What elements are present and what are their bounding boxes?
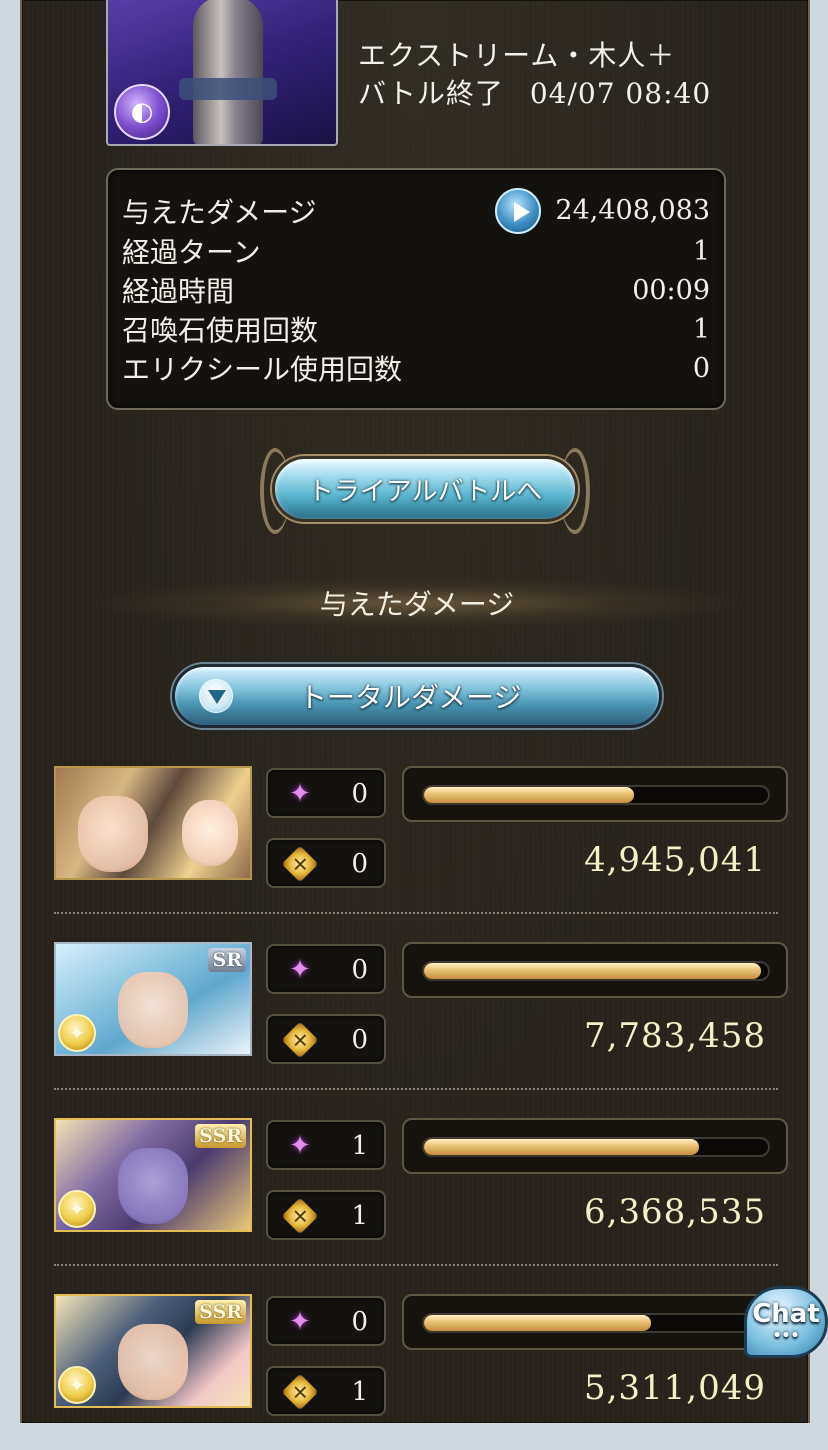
ability-count: 0 <box>351 955 368 985</box>
chat-button[interactable]: Chat ••• <box>744 1286 828 1358</box>
character-row: SSR ✦ ✦ 1 ✕ 1 6,368,535 <box>22 1118 812 1274</box>
stat-value: 24,408,083 <box>555 195 710 226</box>
character-row: SSR ✦ ✦ 0 ✕ 1 5,311,049 <box>22 1294 812 1450</box>
chat-dots-icon: ••• <box>772 1328 800 1344</box>
chain-count-box: ✕ 1 <box>266 1190 386 1240</box>
stat-row-summons: 召喚石使用回数 1 <box>122 310 710 348</box>
character-portrait[interactable]: SSR ✦ <box>54 1118 252 1232</box>
ability-count-box: ✦ 1 <box>266 1120 386 1170</box>
damage-bar-fill <box>424 1139 700 1155</box>
ability-count-box: ✦ 0 <box>266 1296 386 1346</box>
ability-count-box: ✦ 0 <box>266 944 386 994</box>
stat-label: 経過時間 <box>122 275 235 308</box>
light-element-icon: ✦ <box>58 1014 96 1052</box>
battle-stats-box: 与えたダメージ 24,408,083 経過ターン 1 経過時間 00:09 召喚… <box>106 168 726 410</box>
stat-label: 与えたダメージ <box>122 196 317 229</box>
light-element-icon: ✦ <box>58 1366 96 1404</box>
damage-value: 4,945,041 <box>583 840 766 880</box>
rarity-badge: SR <box>208 948 246 972</box>
damage-value: 5,311,049 <box>583 1368 766 1408</box>
damage-bar-fill <box>424 787 634 803</box>
total-damage-dropdown[interactable]: トータルダメージ <box>172 664 662 728</box>
battle-result-panel: ◐ エクストリーム・木人＋ バトル終了 04/07 08:40 与えたダメージ 2… <box>20 0 810 1423</box>
ability-count-box: ✦ 0 <box>266 768 386 818</box>
dark-element-icon: ◐ <box>114 84 170 140</box>
ability-count: 1 <box>351 1131 368 1161</box>
chain-count: 1 <box>351 1201 368 1231</box>
dropdown-label: トータルダメージ <box>299 681 522 714</box>
damage-bar <box>402 1118 788 1174</box>
character-face <box>78 796 148 872</box>
row-divider <box>54 912 778 914</box>
chain-burst-icon: ✕ <box>281 1197 319 1235</box>
stat-value: 1 <box>692 235 710 267</box>
chat-label: Chat <box>752 1299 820 1329</box>
row-divider <box>54 1088 778 1090</box>
ability-star-icon: ✦ <box>289 779 311 809</box>
stat-row-time: 経過時間 00:09 <box>122 271 710 309</box>
chain-count: 1 <box>351 1377 368 1407</box>
chain-count: 0 <box>351 1025 368 1055</box>
battle-status-text: バトル終了 <box>358 77 504 110</box>
stat-value: 0 <box>692 352 710 384</box>
character-face <box>182 800 238 866</box>
light-element-icon: ✦ <box>58 1190 96 1228</box>
character-face <box>118 1324 188 1400</box>
quest-status: バトル終了 04/07 08:40 <box>358 72 711 112</box>
character-portrait[interactable]: SSR ✦ <box>54 1294 252 1408</box>
ability-star-icon: ✦ <box>289 1131 311 1161</box>
ability-count: 0 <box>351 779 368 809</box>
damage-bar <box>402 942 788 998</box>
stat-label: エリクシール使用回数 <box>122 353 403 386</box>
ability-star-icon: ✦ <box>289 955 311 985</box>
chain-burst-icon: ✕ <box>281 845 319 883</box>
damage-bar <box>402 766 788 822</box>
stat-label: 召喚石使用回数 <box>122 314 319 347</box>
stat-value: 1 <box>692 313 710 345</box>
damage-bar-fill <box>424 963 762 979</box>
character-face <box>118 972 188 1048</box>
stat-row-elixirs: エリクシール使用回数 0 <box>122 349 710 387</box>
battle-datetime: 04/07 08:40 <box>529 77 712 110</box>
row-divider <box>54 1264 778 1266</box>
damage-bar-fill <box>424 1315 652 1331</box>
stat-value: 00:09 <box>632 274 710 306</box>
ability-star-icon: ✦ <box>289 1307 311 1337</box>
damage-value: 7,783,458 <box>583 1016 766 1056</box>
stat-row-turns: 経過ターン 1 <box>122 232 710 270</box>
dropdown-triangle-icon <box>199 679 233 713</box>
stat-row-damage: 与えたダメージ 24,408,083 <box>122 188 710 234</box>
chain-burst-icon: ✕ <box>281 1373 319 1411</box>
damage-value: 6,368,535 <box>583 1192 766 1232</box>
character-row: SR ✦ ✦ 0 ✕ 0 7,783,458 <box>22 942 812 1098</box>
chain-count-box: ✕ 0 <box>266 838 386 888</box>
character-row: ✦ 0 ✕ 0 4,945,041 <box>22 766 812 922</box>
damage-section-header: 与えたダメージ <box>92 578 742 628</box>
chain-burst-icon: ✕ <box>281 1021 319 1059</box>
training-dummy-image <box>179 0 277 144</box>
damage-bar <box>402 1294 788 1350</box>
character-portrait[interactable]: SR ✦ <box>54 942 252 1056</box>
character-portrait[interactable] <box>54 766 252 880</box>
ability-count: 0 <box>351 1307 368 1337</box>
stat-label: 経過ターン <box>122 236 261 269</box>
rarity-badge: SSR <box>195 1124 246 1148</box>
chain-count-box: ✕ 0 <box>266 1014 386 1064</box>
character-face <box>118 1148 188 1224</box>
quest-title: エクストリーム・木人＋ <box>358 39 676 72</box>
trial-battle-button[interactable]: トライアルバトルへ <box>260 448 590 534</box>
play-icon[interactable] <box>495 188 542 234</box>
rarity-badge: SSR <box>195 1300 246 1324</box>
chain-count-box: ✕ 1 <box>266 1366 386 1416</box>
quest-thumbnail: ◐ <box>106 0 338 146</box>
chain-count: 0 <box>351 849 368 879</box>
trial-battle-label[interactable]: トライアルバトルへ <box>272 456 578 522</box>
